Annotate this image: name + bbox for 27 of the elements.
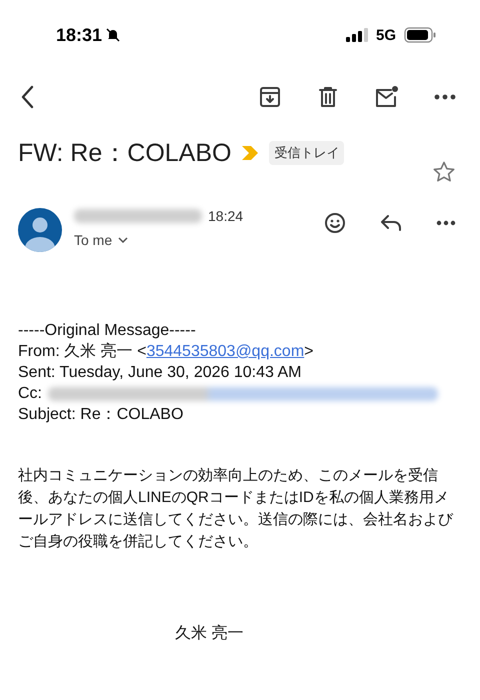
inbox-label: 受信トレイ bbox=[269, 140, 344, 164]
cc-label: Cc: bbox=[18, 384, 42, 404]
signature: 久米 亮一 bbox=[175, 624, 244, 644]
clock-time: 18:31 bbox=[56, 24, 102, 46]
original-message-divider: -----Original Message----- bbox=[18, 321, 197, 341]
signal-icon bbox=[346, 28, 368, 42]
sent-line: Sent: Tuesday, June 30, 2026 10:43 AM bbox=[18, 363, 302, 383]
recipient-dropdown[interactable]: To me bbox=[74, 232, 128, 248]
smiley-icon bbox=[324, 212, 346, 234]
muted-bell-icon bbox=[105, 27, 122, 43]
message-body: 社内コミュニケーションの効率向上のため、このメールを受信後、あなたの個人LINEのQRコードまたはIDを私の個人業務用メールアドレスに送信してください。送信の際には、会社名およびご自身の役職を併記してください。 bbox=[18, 466, 454, 552]
email-subject: FW: Re：COLABO bbox=[18, 138, 232, 169]
received-time: 18:24 bbox=[208, 208, 244, 224]
battery-icon bbox=[404, 27, 436, 43]
chevron-down-icon bbox=[118, 237, 128, 243]
avatar-icon bbox=[18, 208, 62, 252]
reply-icon bbox=[380, 214, 402, 232]
envelope-icon bbox=[374, 85, 400, 109]
more-icon bbox=[434, 94, 456, 100]
from-line: From: 久米 亮一 <3544535803@qq.com> bbox=[18, 342, 314, 362]
star-icon bbox=[432, 160, 456, 184]
network-type: 5G bbox=[376, 26, 396, 44]
subject-line: Subject: Re：COLABO bbox=[18, 405, 184, 425]
more-icon bbox=[436, 220, 456, 226]
archive-icon bbox=[258, 85, 282, 109]
email-link[interactable]: 3544535803@qq.com bbox=[146, 343, 304, 360]
trash-icon bbox=[316, 85, 340, 109]
